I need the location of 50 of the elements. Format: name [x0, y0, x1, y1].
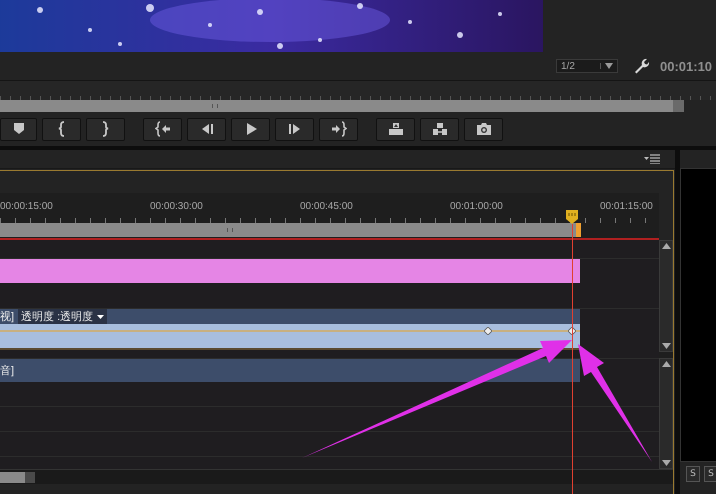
scrollbar[interactable]: [0, 100, 684, 112]
go-to-in-icon: [154, 121, 170, 137]
keyframe-icon[interactable]: [484, 327, 492, 335]
clip-name: 视]: [0, 310, 14, 324]
scrollbar[interactable]: [659, 358, 673, 469]
scroll-down-icon[interactable]: [662, 342, 670, 348]
video-clip[interactable]: [0, 259, 580, 283]
clip-name: 音]: [0, 364, 14, 378]
transport-button[interactable]: [143, 118, 182, 140]
ruler-time: 00:00:30:00: [150, 201, 203, 212]
mark-in-icon: [58, 121, 65, 137]
go-to-out-icon: [330, 121, 346, 137]
transport-button[interactable]: [275, 118, 314, 140]
transport-button[interactable]: [464, 118, 503, 140]
extract-icon: [432, 121, 448, 137]
playhead-icon[interactable]: [566, 210, 578, 224]
step-forward-icon: [286, 121, 302, 137]
ruler-time: 00:00:45:00: [300, 201, 353, 212]
video-clip[interactable]: 视] 透明度 :透明度: [0, 309, 580, 350]
transport-button[interactable]: [319, 118, 358, 140]
transport-button[interactable]: [420, 118, 459, 140]
property-dropdown[interactable]: 透明度 :透明度: [18, 309, 108, 324]
timecode: 00:01:10: [660, 58, 714, 74]
scroll-up-icon[interactable]: [662, 360, 670, 366]
solo-button[interactable]: S: [704, 466, 716, 482]
mark-out-icon: [102, 121, 109, 137]
scroll-handle[interactable]: [25, 472, 35, 482]
transport-button[interactable]: [231, 118, 270, 140]
scrollbar[interactable]: [659, 240, 673, 352]
work-area-end-marker[interactable]: [576, 223, 581, 237]
scrollbar[interactable]: [0, 472, 25, 482]
zoom-dropdown[interactable]: 1/2: [556, 59, 618, 73]
transport-button[interactable]: [187, 118, 226, 140]
caret-icon: [605, 63, 613, 69]
keyframe-icon[interactable]: [568, 327, 576, 335]
scroll-down-icon[interactable]: [662, 460, 670, 466]
ruler-time: 00:00:15:00: [0, 201, 53, 212]
ruler-time: 00:01:15:00: [600, 201, 653, 212]
ruler-time: 00:01:00:00: [450, 201, 503, 212]
panel-menu-icon[interactable]: [644, 154, 660, 164]
transport-button[interactable]: [0, 118, 37, 140]
transport-button[interactable]: [86, 118, 125, 140]
caret-icon: [97, 314, 104, 318]
transport-button[interactable]: [376, 118, 415, 140]
camera-icon: [476, 121, 492, 137]
audio-clip[interactable]: 音]: [0, 359, 580, 382]
solo-button[interactable]: S: [686, 466, 700, 482]
lift-icon: [388, 121, 404, 137]
scroll-up-icon[interactable]: [662, 243, 670, 249]
transport-button[interactable]: [42, 118, 81, 140]
